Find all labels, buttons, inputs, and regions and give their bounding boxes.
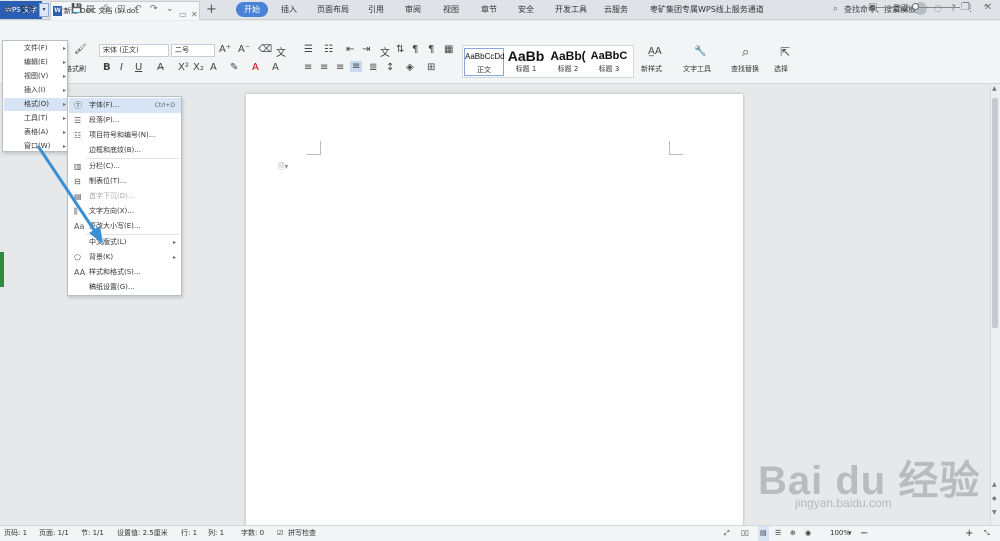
web-view-icon[interactable]: ⊕	[790, 526, 796, 541]
zoom-slider-handle[interactable]	[912, 3, 919, 10]
eye-protection-icon[interactable]: ◉	[805, 526, 811, 541]
status-pages: 页面: 1/1	[39, 529, 69, 537]
spell-check-button[interactable]: 拼写检查	[288, 526, 316, 541]
page-view-icon[interactable]: ▤	[758, 526, 769, 541]
fullscreen-icon[interactable]: ⤢	[724, 526, 730, 541]
outline-view-icon[interactable]: ☰	[775, 526, 781, 541]
status-bar: 页码: 1 页面: 1/1 节: 1/1 设置值: 2.5厘米 行: 1 列: …	[0, 525, 1000, 541]
spell-check-icon[interactable]: ☑	[277, 526, 283, 541]
status-column: 列: 1	[208, 529, 225, 537]
status-section: 节: 1/1	[81, 529, 104, 537]
zoom-out-icon[interactable]: −	[860, 526, 868, 541]
zoom-level[interactable]: 100%	[830, 526, 850, 541]
status-setting: 设置值: 2.5厘米	[117, 529, 168, 537]
status-word-count[interactable]: 字数: 0	[241, 526, 264, 541]
fit-window-icon[interactable]: ⤡	[984, 526, 990, 541]
zoom-in-icon[interactable]: +	[965, 526, 973, 541]
read-mode-icon[interactable]: ▯▯	[741, 526, 749, 541]
zoom-dropdown-icon[interactable]: ▾	[848, 526, 852, 541]
status-row: 行: 1	[181, 529, 198, 537]
watermark-url: jingyan.baidu.com	[795, 496, 892, 510]
status-page-number: 页码: 1	[4, 529, 28, 537]
